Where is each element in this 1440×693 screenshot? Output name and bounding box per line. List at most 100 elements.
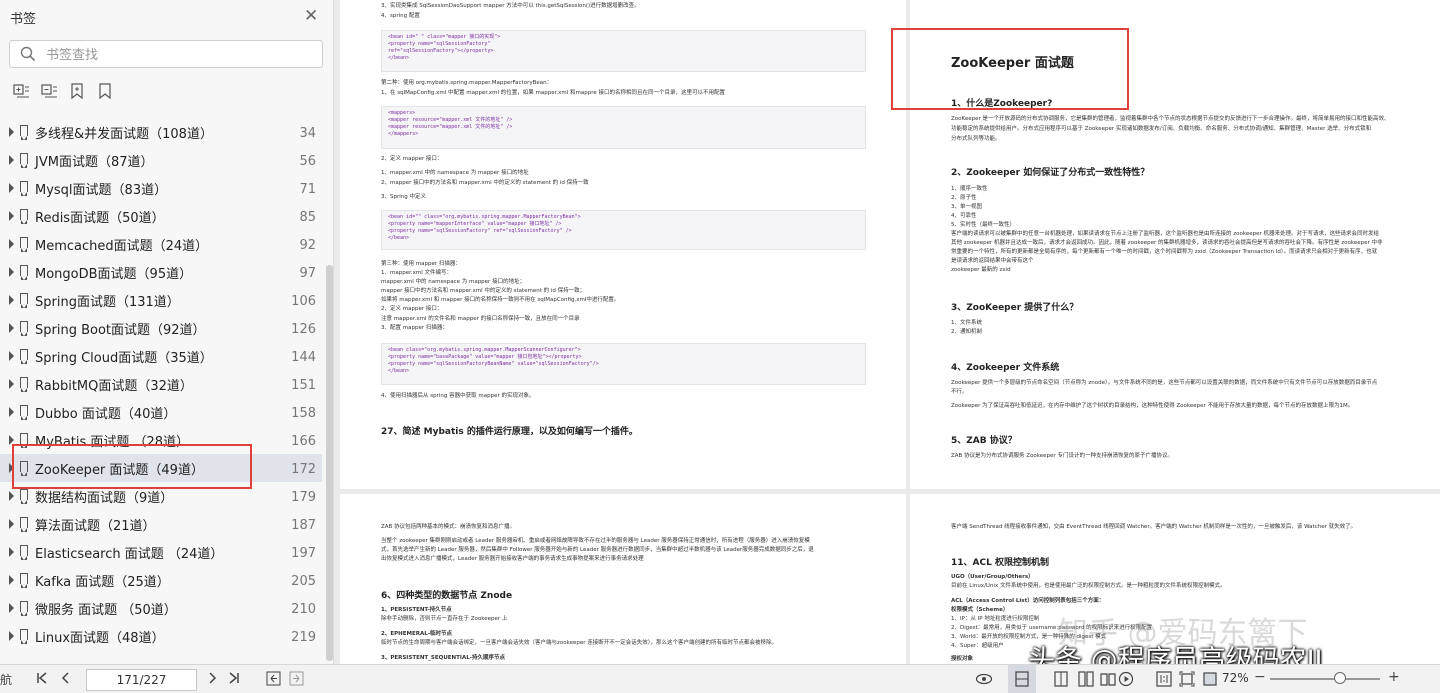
bookmark-search-box[interactable] (9, 40, 323, 68)
zoom-level[interactable]: 72% (1222, 671, 1249, 685)
expand-arrow-icon[interactable] (9, 295, 14, 305)
continuous-page-icon[interactable] (1078, 671, 1094, 687)
single-page-icon (1015, 671, 1029, 687)
add-bookmark-icon[interactable] (68, 82, 86, 100)
text-line: mapper 接口中的方法名和 mapper.xml 中的定义的 stateme… (381, 288, 586, 294)
expand-arrow-icon[interactable] (9, 211, 14, 221)
expand-arrow-icon[interactable] (9, 603, 14, 613)
highlight-box (12, 444, 252, 489)
search-icon (20, 46, 36, 62)
eye-protection-icon[interactable] (975, 671, 993, 687)
bookmark-item[interactable]: RabbitMQ面试题（32道） 151 (0, 370, 322, 398)
document-page: ZAB 协议包括两种基本的模式：崩溃恢复和消息广播。 当整个 zookeeper… (340, 494, 906, 664)
text-line: 5、实时性（最终一致性） (951, 222, 1016, 228)
bookmark-item[interactable]: MongoDB面试题（95道） 97 (0, 258, 322, 286)
expand-arrow-icon[interactable] (9, 127, 14, 137)
bookmark-icon (20, 265, 28, 280)
play-icon[interactable] (1118, 671, 1134, 687)
bookmark-icon[interactable] (96, 82, 114, 100)
expand-arrow-icon[interactable] (9, 407, 14, 417)
next-page-icon[interactable] (206, 672, 218, 684)
text-line: UGO（User/Group/Others） (951, 574, 1034, 580)
page-number-input[interactable] (86, 669, 197, 691)
previous-page-icon[interactable] (60, 672, 72, 684)
fit-page-icon[interactable] (1179, 671, 1195, 687)
expand-arrow-icon[interactable] (9, 547, 14, 557)
bookmark-page-number: 144 (291, 350, 316, 365)
forward-icon[interactable] (289, 671, 304, 686)
back-icon[interactable] (266, 671, 281, 686)
expand-all-icon[interactable] (12, 82, 30, 100)
text-line: 当整个 zookeeper 集群刚刚启动或者 Leader 服务器宕机、重启或者… (381, 538, 810, 544)
zoom-out-icon[interactable]: − (1254, 669, 1266, 685)
zoom-slider-knob[interactable] (1334, 672, 1346, 684)
text-line: ACL（Access Control List）访问控制列表包括三个方面： (951, 598, 1105, 604)
bookmark-item[interactable]: Linux面试题（48道） 219 (0, 622, 322, 650)
section-heading: 2、Zookeeper 如何保证了分布式一致性特性？ (951, 168, 1150, 178)
code-block: <bean id="" class="org.mybatis.spring.ma… (381, 210, 866, 250)
text-line: 常重要的一个特性，所有的更新都是全局有序的，每个更新都有一个唯一的时间戳，这个时… (951, 249, 1378, 255)
expand-arrow-icon[interactable] (9, 379, 14, 389)
bookmark-page-number: 126 (291, 322, 316, 337)
bookmark-item[interactable]: Mysql面试题（83道） 71 (0, 174, 322, 202)
bookmark-label: 微服务 面试题 （50道） (35, 603, 177, 618)
bookmark-item[interactable]: 微服务 面试题 （50道） 210 (0, 594, 322, 622)
bookmark-page-number: 97 (299, 266, 316, 281)
expand-arrow-icon[interactable] (9, 491, 14, 501)
expand-arrow-icon[interactable] (9, 351, 14, 361)
text-line: 1、mapper.xml 文件编写： (381, 270, 452, 276)
text-line: 第三种：使用 mapper 扫描器： (381, 261, 461, 267)
truncated-label: 航 (0, 673, 13, 687)
bookmark-item[interactable]: Elasticsearch 面试题 （24道） 197 (0, 538, 322, 566)
close-icon[interactable]: ✕ (304, 6, 318, 26)
text-line: mapper.xml 中的 namespace 为 mapper 接口的地址； (381, 279, 526, 285)
bookmark-label: RabbitMQ面试题（32道） (35, 379, 193, 394)
bookmark-icon (20, 125, 28, 140)
panel-title: 书签 (10, 12, 37, 27)
bookmark-item[interactable]: Spring面试题（131道） 106 (0, 286, 322, 314)
bookmark-item[interactable]: Redis面试题（50道） 85 (0, 202, 322, 230)
text-line: 2、mapper 接口中的方法名和 mapper.xml 中的定义的 state… (381, 180, 589, 186)
expand-arrow-icon[interactable] (9, 575, 14, 585)
collapse-all-icon[interactable] (40, 82, 58, 100)
section-heading: 27、简述 Mybatis 的插件运行原理，以及如何编写一个插件。 (381, 427, 638, 437)
double-page-icon[interactable] (1054, 671, 1068, 687)
bookmark-search-input[interactable] (44, 45, 308, 65)
expand-arrow-icon[interactable] (9, 267, 14, 277)
text-line: 1、mapper.xml 中的 namespace 为 mapper 接口的地址 (381, 170, 529, 176)
bookmark-item[interactable]: Spring Cloud面试题（35道） 144 (0, 342, 322, 370)
bookmark-item[interactable]: Dubbo 面试题（40道） 158 (0, 398, 322, 426)
bookmark-item[interactable]: Memcached面试题（24道） 92 (0, 230, 322, 258)
text-line: 1、顺序一致性 (951, 186, 988, 192)
text-line: 2、EPHEMERAL-临时节点 (381, 631, 452, 637)
sidebar-scrollbar[interactable] (326, 265, 333, 661)
bookmark-icon (20, 181, 28, 196)
expand-arrow-icon[interactable] (9, 183, 14, 193)
bookmark-item[interactable]: 算法面试题（21道） 187 (0, 510, 322, 538)
fit-width-icon[interactable] (1202, 671, 1218, 687)
expand-arrow-icon[interactable] (9, 519, 14, 529)
expand-arrow-icon[interactable] (9, 631, 14, 641)
bookmark-page-number: 197 (291, 546, 316, 561)
expand-arrow-icon[interactable] (9, 239, 14, 249)
zoom-slider-track[interactable] (1270, 678, 1380, 680)
bookmark-page-number: 92 (299, 238, 316, 253)
zoom-in-icon[interactable]: + (1388, 669, 1400, 685)
first-page-icon[interactable] (36, 672, 48, 684)
bookmark-item[interactable]: 多线程&并发面试题（108道） 34 (0, 118, 322, 146)
bookmark-icon (20, 433, 28, 448)
last-page-icon[interactable] (228, 672, 240, 684)
actual-size-icon[interactable] (1156, 671, 1172, 687)
single-page-mode-button[interactable] (1008, 665, 1036, 693)
bookmark-item[interactable]: Kafka 面试题（25道） 205 (0, 566, 322, 594)
expand-arrow-icon[interactable] (9, 155, 14, 165)
bookmark-page-number: 172 (291, 462, 316, 477)
bookmark-icon (20, 153, 28, 168)
expand-arrow-icon[interactable] (9, 323, 14, 333)
book-mode-icon[interactable] (1100, 671, 1116, 687)
bookmark-item[interactable]: Spring Boot面试题（92道） 126 (0, 314, 322, 342)
bookmark-page-number: 179 (291, 490, 316, 505)
bookmark-item[interactable]: JVM面试题（87道） 56 (0, 146, 322, 174)
bookmark-page-number: 205 (291, 574, 316, 589)
bookmark-page-number: 158 (291, 406, 316, 421)
